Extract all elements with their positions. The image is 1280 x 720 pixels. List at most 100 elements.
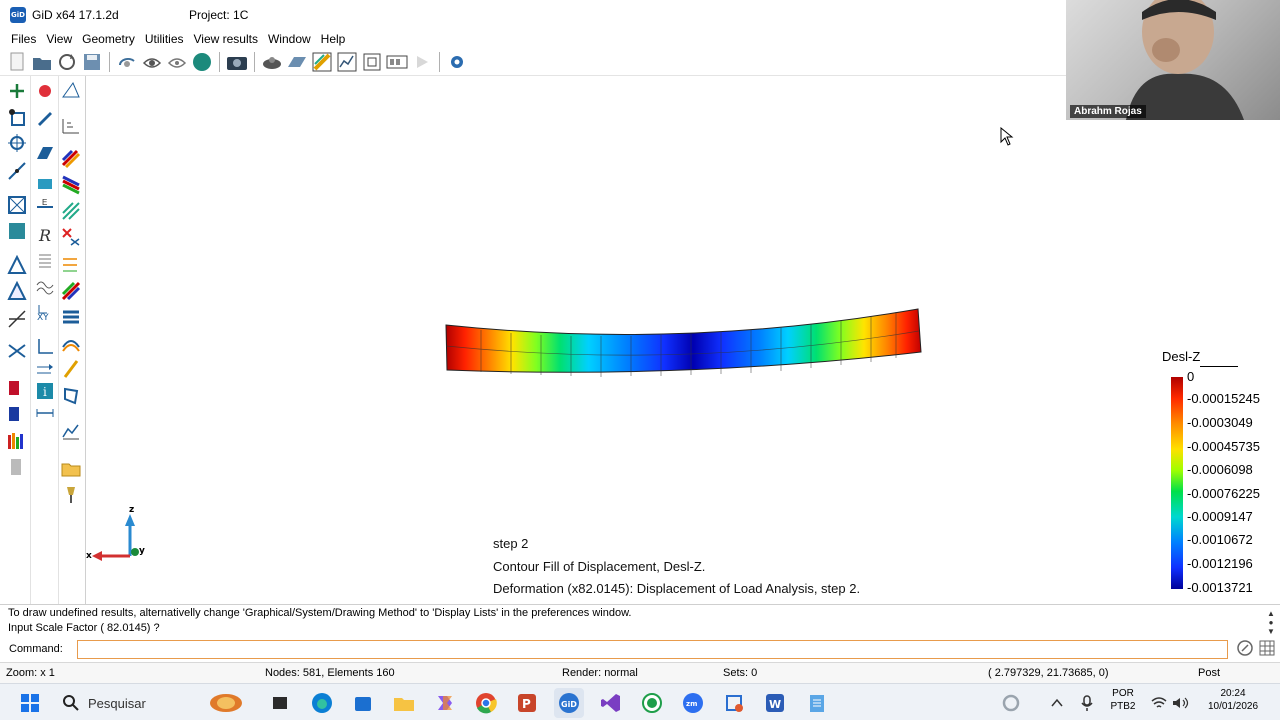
rainbow-band-icon[interactable] [59,174,83,196]
visual-studio-icon[interactable] [596,688,626,718]
camera-icon[interactable] [226,51,248,73]
move-icon[interactable] [5,132,29,154]
open-folder-icon[interactable] [31,51,53,73]
menu-view[interactable]: View [41,32,77,46]
wave-icon[interactable] [33,276,57,298]
edge-browser-icon[interactable] [307,688,337,718]
menu-utilities[interactable]: Utilities [140,32,189,46]
rotate-view-icon[interactable] [116,51,138,73]
r-icon[interactable]: R [33,224,57,246]
graph-line-icon[interactable] [59,420,83,442]
result-blue-icon[interactable] [5,404,29,426]
settings-gear-icon[interactable] [446,51,468,73]
refresh-icon[interactable] [56,51,78,73]
graphics-viewport[interactable]: step 2 Contour Fill of Displacement, Des… [86,76,1280,604]
surface-view-icon[interactable] [286,51,308,73]
volume-icon[interactable] [5,254,29,276]
volume-icon[interactable] [1166,688,1196,718]
file-explorer-icon[interactable] [389,688,419,718]
create-point-icon[interactable] [5,80,29,102]
result-gray-icon[interactable] [5,456,29,478]
surface-icon[interactable] [5,194,29,216]
tray-chevron-icon[interactable] [1042,688,1072,718]
intersect-icon[interactable] [5,340,29,362]
save-icon[interactable] [81,51,103,73]
rainbow-fill-icon[interactable] [59,148,83,170]
legend-label: -0.0003049 [1187,415,1253,430]
ruler-icon[interactable] [59,114,83,136]
notepad-icon[interactable] [802,688,832,718]
mesh-surface-icon[interactable] [5,220,29,242]
contour-lines-icon[interactable] [59,280,83,302]
axis-icon[interactable] [33,336,57,358]
word-icon[interactable]: W [760,688,790,718]
quad-icon[interactable] [33,142,57,164]
rotate-eye-icon[interactable] [141,51,163,73]
vector-arrows-icon[interactable] [59,252,83,274]
view-orbit-icon[interactable] [166,51,188,73]
keyboard-language[interactable]: POR PTB2 [1106,687,1140,713]
zoom-app-icon[interactable]: zm [678,688,708,718]
animation-icon[interactable] [386,51,408,73]
mic-tray-icon[interactable] [1072,688,1102,718]
menu-view-results[interactable]: View results [189,32,263,46]
clock[interactable]: 20:24 10/01/2026 [1200,687,1266,713]
edge-icon[interactable] [5,280,29,302]
chrome-icon[interactable] [471,688,501,718]
taskbar-search[interactable]: Pesquisar [52,689,260,717]
folder-result-icon[interactable] [59,458,83,480]
copilot-icon[interactable] [430,688,460,718]
menu-geometry[interactable]: Geometry [77,32,140,46]
contour-fill-icon[interactable] [311,51,333,73]
iso-surface-icon[interactable] [59,384,83,406]
status-bar: Zoom: x 1 Nodes: 581, Elements 160 Rende… [0,662,1280,683]
element-edge-icon[interactable]: E [33,196,57,218]
mesh-view-icon[interactable] [261,51,283,73]
windows-start-icon[interactable] [15,688,45,718]
dimension-icon[interactable] [33,402,57,424]
play-icon[interactable] [411,51,433,73]
task-view-icon[interactable] [265,688,295,718]
message-scrollbar[interactable]: ▲ ● ▼ [1266,609,1276,637]
frame-icon[interactable] [361,51,383,73]
globe-icon[interactable] [191,51,213,73]
create-line-icon[interactable] [5,106,29,128]
red-dot-icon[interactable] [33,80,57,102]
list-icon[interactable] [33,250,57,272]
deform-mesh-icon[interactable] [59,332,83,354]
menu-window[interactable]: Window [263,32,316,46]
delete-x-icon[interactable] [59,226,83,248]
snipping-tool-icon[interactable] [719,688,749,718]
pin-icon[interactable] [59,484,83,506]
compass-icon[interactable] [1237,640,1253,656]
powerpoint-icon[interactable]: P [512,688,542,718]
main-toolbar [0,48,1066,76]
cut-pencil-icon[interactable] [59,358,83,380]
new-file-icon[interactable] [6,51,28,73]
xy-plane-icon[interactable]: XY [33,302,57,324]
legend-color-bar [1171,377,1183,589]
gid-taskbar-icon[interactable]: GiD [554,688,584,718]
graph-icon[interactable] [336,51,358,73]
arrows-icon[interactable] [33,358,57,380]
box-icon[interactable] [33,172,57,194]
edit-curve-icon[interactable] [5,160,29,182]
left-toolbars: E R XY i [0,76,86,604]
gid-app-icon: GiD [10,7,26,23]
menu-help[interactable]: Help [316,32,351,46]
command-input[interactable] [77,640,1228,659]
whatsapp-icon[interactable] [637,688,667,718]
divide-icon[interactable] [5,308,29,330]
stripes-icon[interactable] [59,306,83,328]
grid-icon[interactable] [1259,640,1275,656]
deformed-beam-contour [445,308,922,377]
left-toolbar-column-1 [3,76,31,604]
result-red-icon[interactable] [5,378,29,400]
striped-fill-icon[interactable] [59,200,83,222]
node-icon[interactable] [59,80,83,102]
store-icon[interactable] [348,688,378,718]
menu-files[interactable]: Files [6,32,41,46]
result-bars-icon[interactable] [5,430,29,452]
info-icon[interactable]: i [33,380,57,402]
pencil-icon[interactable] [33,106,57,128]
